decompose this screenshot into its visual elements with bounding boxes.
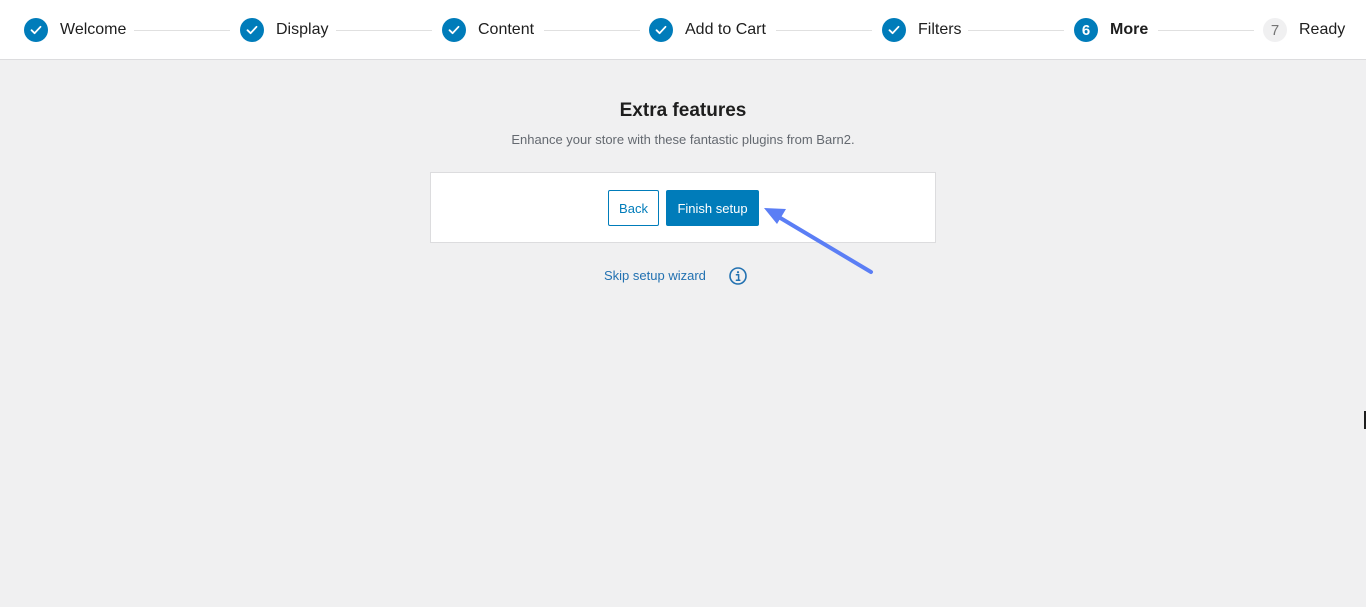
step-label: More <box>1110 21 1149 38</box>
annotation-arrow-icon <box>764 208 873 274</box>
step-number: 6 <box>1074 18 1098 42</box>
step-label: Welcome <box>60 21 127 38</box>
step-number: 7 <box>1263 18 1287 42</box>
finish-setup-button[interactable]: Finish setup <box>666 190 759 226</box>
setup-stepper: Welcome Display Content Add to Cart Filt… <box>0 0 1366 60</box>
check-icon <box>24 18 48 42</box>
step-label: Filters <box>918 21 962 38</box>
check-icon <box>442 18 466 42</box>
step-label: Content <box>478 21 535 38</box>
check-icon <box>649 18 673 42</box>
step-add-to-cart[interactable]: Add to Cart <box>649 18 766 42</box>
step-label: Ready <box>1299 21 1346 38</box>
step-welcome[interactable]: Welcome <box>24 18 126 42</box>
step-connector <box>336 30 432 31</box>
skip-setup-wizard-link[interactable]: Skip setup wizard <box>604 268 706 283</box>
step-filters[interactable]: Filters <box>882 18 962 42</box>
step-connector <box>544 30 640 31</box>
page-title: Extra features <box>619 100 747 121</box>
step-more[interactable]: 6 More <box>1074 18 1148 42</box>
step-ready[interactable]: 7 Ready <box>1263 18 1345 42</box>
step-connector <box>1158 30 1254 31</box>
step-connector <box>134 30 230 31</box>
step-display[interactable]: Display <box>240 18 328 42</box>
step-connector <box>968 30 1064 31</box>
step-content[interactable]: Content <box>442 18 534 42</box>
page-subtitle: Enhance your store with these fantastic … <box>511 132 855 147</box>
step-label: Display <box>276 21 329 38</box>
step-label: Add to Cart <box>685 21 766 38</box>
info-icon[interactable] <box>728 266 748 286</box>
back-button[interactable]: Back <box>608 190 659 226</box>
check-icon <box>240 18 264 42</box>
check-icon <box>882 18 906 42</box>
step-connector <box>776 30 872 31</box>
